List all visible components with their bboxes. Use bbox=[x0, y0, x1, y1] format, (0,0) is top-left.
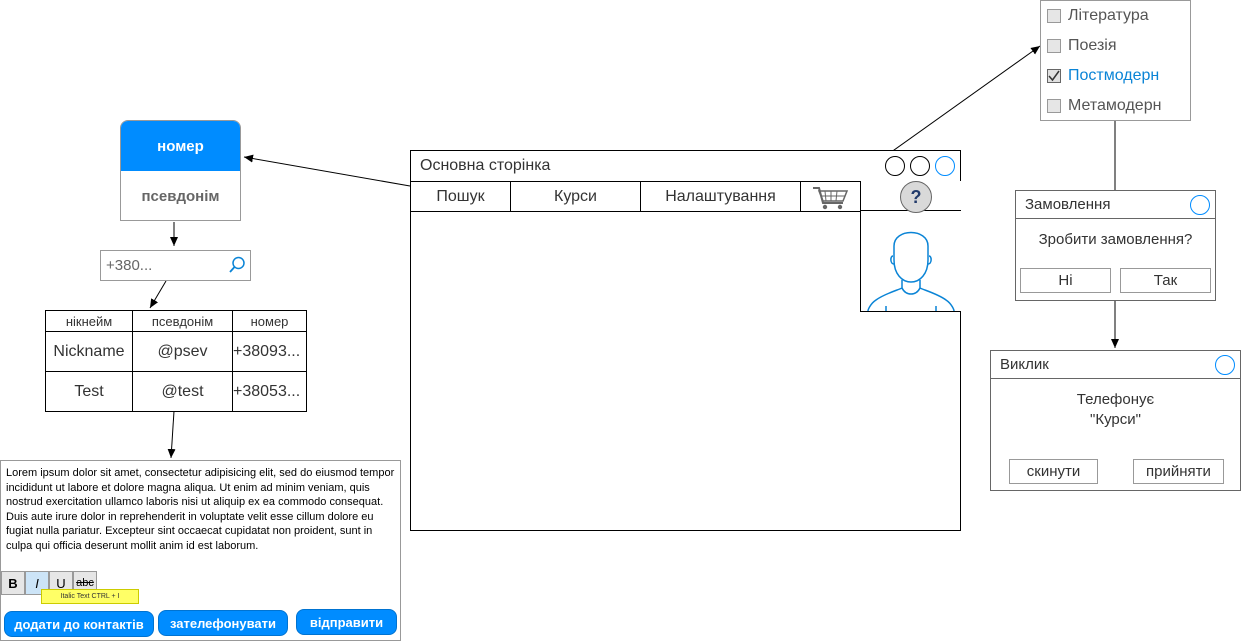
checkbox-label: Література bbox=[1068, 7, 1149, 24]
decline-button[interactable]: скинути bbox=[1009, 459, 1098, 484]
checkbox-label: Метамодерн bbox=[1068, 97, 1162, 114]
add-contact-button[interactable]: додати до контактів bbox=[4, 611, 154, 637]
contact-card: номер псевдонім bbox=[120, 120, 241, 221]
table-cell: @psev bbox=[132, 331, 233, 372]
column-header-alias[interactable]: псевдонім bbox=[132, 310, 233, 332]
dialog-header: Замовлення bbox=[1016, 191, 1215, 219]
order-dialog: Замовлення Зробити замовлення? Ні Так bbox=[1015, 190, 1216, 301]
phone-search-input[interactable]: +380... bbox=[100, 250, 251, 281]
tab-search[interactable]: Пошук bbox=[411, 182, 511, 212]
main-window: Основна сторінка Пошук Курси Налаштуванн… bbox=[410, 150, 961, 531]
caller-name: "Курси" bbox=[1090, 411, 1141, 428]
search-icon[interactable] bbox=[228, 256, 246, 274]
cart-button[interactable] bbox=[801, 182, 860, 212]
caller-status: Телефонує bbox=[1076, 391, 1155, 408]
column-header-nickname[interactable]: нікнейм bbox=[45, 310, 133, 332]
dialog-header: Виклик bbox=[991, 351, 1240, 379]
call-button[interactable]: зателефонувати bbox=[158, 610, 288, 636]
editor-text[interactable]: Lorem ipsum dolor sit amet, consectetur … bbox=[6, 466, 398, 553]
table-cell: Test bbox=[45, 371, 133, 412]
user-avatar-icon bbox=[867, 231, 955, 311]
search-value: +380... bbox=[106, 257, 153, 274]
checkbox-item[interactable]: Поезія bbox=[1047, 35, 1117, 57]
checkbox-item[interactable]: Література bbox=[1047, 5, 1149, 27]
table-cell: Nickname bbox=[45, 331, 133, 372]
cart-icon bbox=[812, 187, 848, 210]
minimize-button[interactable] bbox=[885, 156, 905, 176]
table-row[interactable]: Test @test +38053... bbox=[45, 371, 307, 412]
checkbox-checked[interactable] bbox=[1047, 69, 1061, 83]
arrow-table-to-editor bbox=[167, 410, 176, 459]
close-button[interactable] bbox=[935, 156, 955, 176]
no-button[interactable]: Ні bbox=[1020, 268, 1111, 293]
call-dialog: Виклик Телефонує "Курси" скинути прийнят… bbox=[990, 350, 1241, 491]
checkbox-label: Поезія bbox=[1068, 37, 1117, 54]
genre-checklist: Література Поезія Постмодерн Метамодерн bbox=[1040, 0, 1191, 121]
yes-button[interactable]: Так bbox=[1120, 268, 1211, 293]
table-cell: +38093... bbox=[232, 331, 307, 372]
window-title: Основна сторінка bbox=[420, 157, 551, 174]
checkmark-icon bbox=[1048, 70, 1060, 82]
checkbox[interactable] bbox=[1047, 9, 1061, 23]
table-cell: @test bbox=[132, 371, 233, 412]
italic-tooltip: Italic Text CTRL + I bbox=[41, 589, 139, 604]
table-cell: +38053... bbox=[232, 371, 307, 412]
table-row[interactable]: Nickname @psev +38093... bbox=[45, 331, 307, 372]
dialog-close-button[interactable] bbox=[1215, 355, 1235, 375]
user-panel: ? bbox=[860, 181, 961, 312]
card-alias-label: псевдонім bbox=[141, 188, 220, 205]
tab-settings[interactable]: Налаштування bbox=[641, 182, 801, 212]
dialog-close-button[interactable] bbox=[1190, 195, 1210, 215]
checkbox-label: Постмодерн bbox=[1068, 67, 1160, 84]
contacts-table: нікнейм псевдонім номер Nickname @psev +… bbox=[45, 310, 307, 412]
checkbox[interactable] bbox=[1047, 39, 1061, 53]
help-icon[interactable]: ? bbox=[900, 181, 932, 213]
arrow-window-to-card bbox=[243, 154, 411, 187]
accept-button[interactable]: прийняти bbox=[1133, 459, 1224, 484]
checkbox-item[interactable]: Метамодерн bbox=[1047, 95, 1161, 117]
bold-button[interactable]: B bbox=[1, 571, 25, 595]
card-number-label: номер bbox=[121, 121, 240, 171]
dialog-question: Зробити замовлення? bbox=[1038, 231, 1193, 248]
maximize-button[interactable] bbox=[910, 156, 930, 176]
message-editor[interactable]: Lorem ipsum dolor sit amet, consectetur … bbox=[0, 460, 401, 641]
checkbox-item[interactable]: Постмодерн bbox=[1047, 65, 1159, 87]
arrow-search-to-table bbox=[149, 280, 167, 309]
checkbox[interactable] bbox=[1047, 99, 1061, 113]
dialog-title: Виклик bbox=[1000, 356, 1049, 373]
tab-courses[interactable]: Курси bbox=[511, 182, 641, 212]
dialog-title: Замовлення bbox=[1025, 196, 1111, 213]
column-header-number[interactable]: номер bbox=[232, 310, 307, 332]
send-button[interactable]: відправити bbox=[296, 609, 397, 635]
